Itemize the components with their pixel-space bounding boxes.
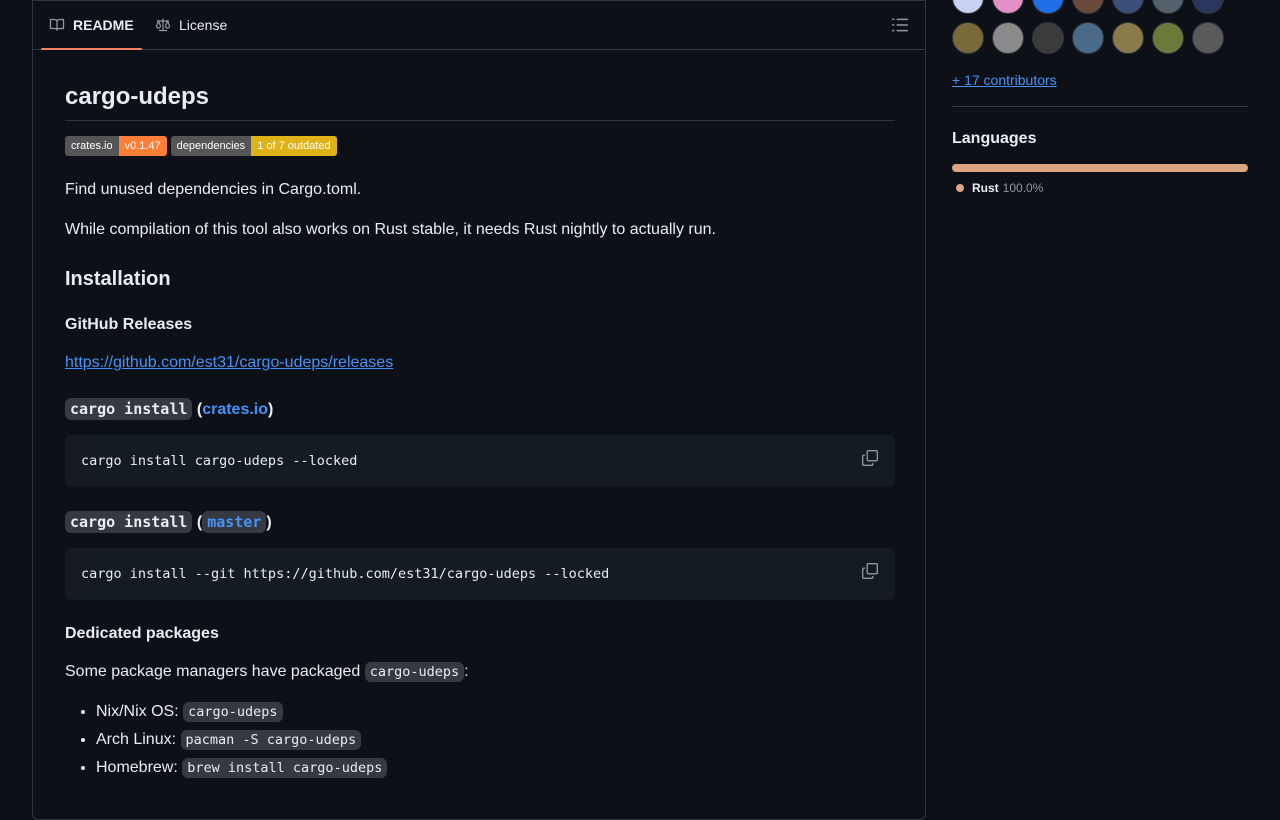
badge-label: dependencies <box>170 136 252 156</box>
language-name: Rust <box>972 181 999 195</box>
github-releases-heading: GitHub Releases <box>65 316 193 333</box>
dependencies-badge[interactable]: dependencies 1 of 7 outdated <box>170 136 337 156</box>
dedicated-packages-heading: Dedicated packages <box>65 625 219 642</box>
list-outline-icon[interactable] <box>891 16 909 34</box>
language-bar-rust <box>952 164 1248 172</box>
contributors-avatars-top <box>952 0 1224 14</box>
avatar[interactable] <box>1152 0 1184 14</box>
tab-license[interactable]: License <box>147 0 235 49</box>
package-label: Arch Linux: <box>96 731 177 748</box>
badge-label: crates.io <box>65 136 119 156</box>
languages-heading: Languages <box>952 130 1037 147</box>
package-label: Nix/Nix OS: <box>96 703 179 720</box>
avatar[interactable] <box>1032 22 1064 54</box>
installation-heading: Installation <box>65 268 171 290</box>
avatar[interactable] <box>952 22 984 54</box>
copy-icon[interactable] <box>861 449 879 467</box>
language-item-rust[interactable]: Rust 100.0% <box>952 181 1043 195</box>
book-icon <box>49 18 65 31</box>
releases-paragraph: https://github.com/est31/cargo-udeps/rel… <box>65 351 393 375</box>
list-item: Homebrew: brew install cargo-udeps <box>96 756 388 780</box>
contributors-link[interactable]: + 17 contributors <box>952 72 1057 88</box>
badge-row: crates.io v0.1.47 dependencies 1 of 7 ou… <box>65 136 337 156</box>
law-icon <box>155 18 171 31</box>
intro-text: Find unused dependencies in Cargo.toml. <box>65 181 362 198</box>
badge-value: 1 of 7 outdated <box>251 136 337 156</box>
crates-io-badge[interactable]: crates.io v0.1.47 <box>65 136 167 156</box>
packaged-paragraph: Some package managers have packaged carg… <box>65 660 469 684</box>
divider <box>952 106 1248 107</box>
package-code: cargo-udeps <box>183 702 283 722</box>
package-label: Homebrew: <box>96 759 178 776</box>
crates-io-link[interactable]: crates.io <box>202 401 268 418</box>
master-link[interactable]: master <box>202 511 267 533</box>
tab-readme-label: README <box>73 16 134 33</box>
code-block-master: cargo install --git https://github.com/e… <box>65 548 895 600</box>
avatar[interactable] <box>1192 0 1224 14</box>
nightly-note: While compilation of this tool also work… <box>65 221 716 238</box>
copy-icon[interactable] <box>861 562 879 580</box>
packaged-text: Some package managers have packaged <box>65 663 361 680</box>
readme-title: cargo-udeps <box>65 82 895 121</box>
avatar[interactable] <box>1152 22 1184 54</box>
avatar[interactable] <box>952 0 984 14</box>
avatar[interactable] <box>1192 22 1224 54</box>
cargo-install-master-heading: cargo install (master) <box>65 510 272 535</box>
cargo-install-code: cargo install <box>65 511 193 533</box>
language-percent: 100.0% <box>1002 181 1044 195</box>
avatar[interactable] <box>1112 22 1144 54</box>
list-item: Arch Linux: pacman -S cargo-udeps <box>96 728 387 752</box>
avatar[interactable] <box>1032 0 1064 14</box>
avatar[interactable] <box>1072 0 1104 14</box>
packaged-suffix: : <box>464 663 469 680</box>
list-item: Nix/Nix OS: cargo-udeps <box>96 700 387 724</box>
code-block-crates: cargo install cargo-udeps --locked <box>65 435 895 487</box>
badge-value: v0.1.47 <box>118 136 167 156</box>
releases-link[interactable]: https://github.com/est31/cargo-udeps/rel… <box>65 354 393 371</box>
avatar[interactable] <box>1112 0 1144 14</box>
readme-panel: README License cargo-udeps crates.io v0.… <box>32 0 926 820</box>
tab-readme[interactable]: README <box>41 0 142 50</box>
package-code: brew install cargo-udeps <box>182 758 388 778</box>
language-bar <box>952 164 1248 172</box>
avatar[interactable] <box>992 22 1024 54</box>
master-code: master <box>202 511 267 533</box>
avatar[interactable] <box>992 0 1024 14</box>
cargo-install-crates-heading: cargo install (crates.io) <box>65 397 273 422</box>
code-text: cargo install --git https://github.com/e… <box>81 566 610 582</box>
cargo-install-code: cargo install <box>65 398 193 420</box>
package-code: pacman -S cargo-udeps <box>180 730 362 750</box>
packaged-code: cargo-udeps <box>364 662 465 682</box>
language-color-dot <box>956 184 964 192</box>
code-text: cargo install cargo-udeps --locked <box>81 453 358 469</box>
package-list: Nix/Nix OS: cargo-udeps Arch Linux: pacm… <box>64 700 388 784</box>
tab-license-label: License <box>179 16 228 33</box>
readme-tabbar: README License <box>33 0 925 50</box>
avatar[interactable] <box>1072 22 1104 54</box>
contributors-avatars <box>952 22 1224 54</box>
